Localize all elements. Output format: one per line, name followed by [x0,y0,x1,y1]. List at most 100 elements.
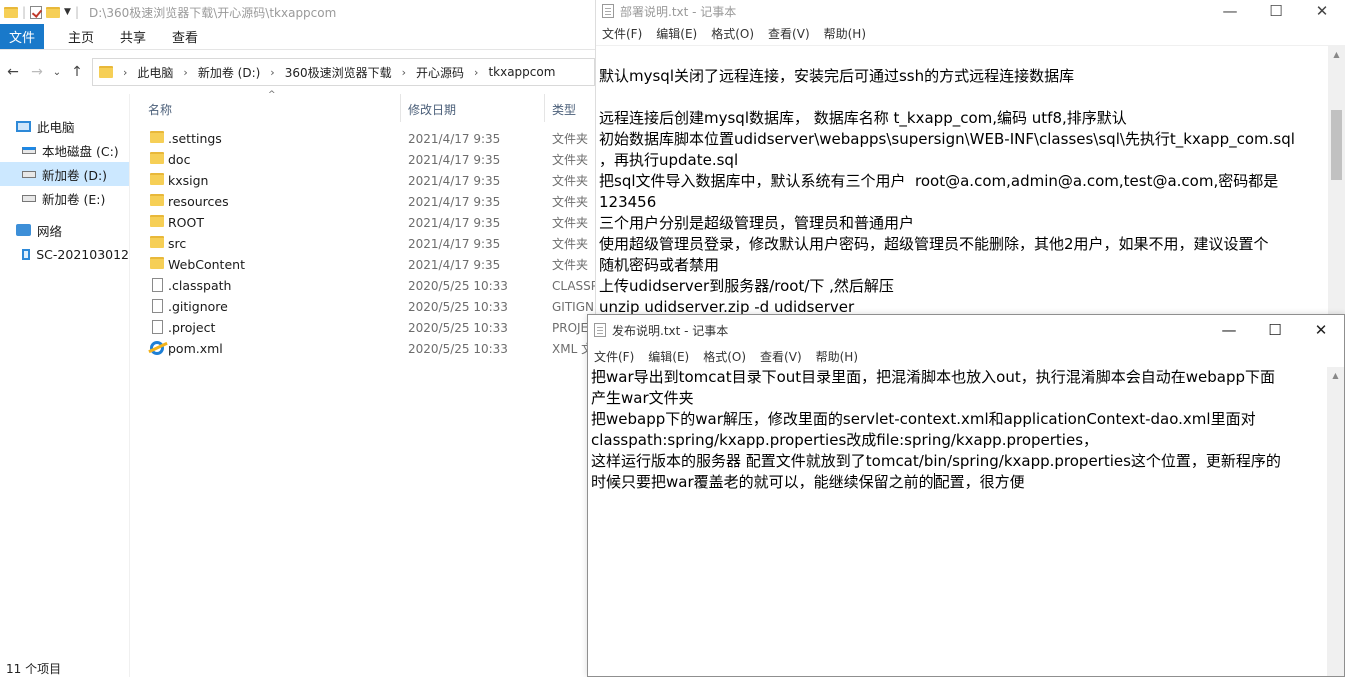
folder-icon [4,6,18,18]
file-name: .project [168,320,216,335]
properties-icon[interactable] [30,5,43,19]
nav-item-network[interactable]: 网络 [0,218,129,242]
breadcrumb-drive-d[interactable]: 新加卷 (D:) [198,64,260,81]
vertical-scrollbar[interactable]: ▲ [1327,367,1344,676]
ribbon-tabs: 文件 主页 共享 查看 [0,24,595,50]
file-date: 2020/5/25 10:33 [408,341,508,356]
notepad-window-release: 发布说明.txt - 记事本 — ☐ ✕ 文件(F) 编辑(E) 格式(O) 查… [587,314,1345,677]
file-row[interactable]: kxsign 2021/4/17 9:35 文件夹 [130,170,595,191]
tab-file[interactable]: 文件 [0,24,45,49]
menu-view[interactable]: 查看(V) [768,25,810,42]
menu-file[interactable]: 文件(F) [602,25,642,42]
file-type: 文件夹 [552,258,589,272]
tab-share[interactable]: 共享 [108,24,158,49]
nav-item-network-computer[interactable]: SC-202103012 [0,242,129,266]
maximize-button[interactable]: ☐ [1252,315,1298,345]
column-divider[interactable] [544,94,545,122]
text-line: 远程连接后创建mysql数据库， 数据库名称 t_kxapp_com,编码 ut… [599,109,1127,127]
notepad-menubar: 文件(F) 编辑(E) 格式(O) 查看(V) 帮助(H) [588,345,1344,367]
minimize-button[interactable]: — [1207,0,1253,22]
breadcrumb-this-pc[interactable]: 此电脑 [137,64,173,81]
close-button[interactable]: ✕ [1299,0,1345,22]
column-header-name[interactable]: 名称 [148,101,172,118]
menu-help[interactable]: 帮助(H) [824,25,866,42]
folder-icon [150,236,164,248]
file-type: 文件夹 [552,195,589,209]
window-controls: — ☐ ✕ [1206,315,1344,345]
menu-edit[interactable]: 编辑(E) [648,348,689,365]
breadcrumb-source[interactable]: 开心源码 [416,64,464,81]
file-type: 文件夹 [552,153,589,167]
menu-format[interactable]: 格式(O) [711,25,754,42]
column-divider[interactable] [400,94,401,122]
column-header-date[interactable]: 修改日期 [408,101,456,118]
file-type: 文件夹 [552,132,589,146]
back-arrow-icon[interactable]: ← [4,64,22,80]
breadcrumb-current[interactable]: tkxappcom [488,65,555,79]
menu-format[interactable]: 格式(O) [703,348,746,365]
folder-icon [150,131,164,143]
file-date: 2021/4/17 9:35 [408,257,501,272]
forward-arrow-icon[interactable]: → [28,64,46,80]
file-icon [152,320,163,334]
minimize-button[interactable]: — [1206,315,1252,345]
file-row[interactable]: ROOT 2021/4/17 9:35 文件夹 [130,212,595,233]
scrollbar-thumb[interactable] [1331,110,1342,180]
scroll-up-icon[interactable]: ▲ [1328,46,1345,63]
file-row[interactable]: .settings 2021/4/17 9:35 文件夹 [130,128,595,149]
nav-item-drive-d[interactable]: 新加卷 (D:) [0,162,129,186]
nav-item-drive-e[interactable]: 新加卷 (E:) [0,186,129,210]
nav-item-label: 本地磁盘 (C:) [42,143,119,159]
file-row[interactable]: doc 2021/4/17 9:35 文件夹 [130,149,595,170]
file-date: 2021/4/17 9:35 [408,194,501,209]
file-row[interactable]: .gitignore 2020/5/25 10:33 GITIGN [130,296,595,317]
file-row[interactable]: src 2021/4/17 9:35 文件夹 [130,233,595,254]
menu-help[interactable]: 帮助(H) [816,348,858,365]
notepad-menubar: 文件(F) 编辑(E) 格式(O) 查看(V) 帮助(H) [596,22,1345,46]
file-row[interactable]: pom.xml 2020/5/25 10:33 XML 文 [130,338,595,359]
breadcrumb-downloads[interactable]: 360极速浏览器下载 [285,64,392,81]
file-row[interactable]: .project 2020/5/25 10:33 PROJE [130,317,595,338]
text-line: 使用超级管理员登录，修改默认用户密码，超级管理员不能删除，其他2用户，如果不用，… [599,235,1269,253]
file-row[interactable]: .classpath 2020/5/25 10:33 CLASSP [130,275,595,296]
tab-view[interactable]: 查看 [160,24,210,49]
menu-edit[interactable]: 编辑(E) [656,25,697,42]
file-date: 2021/4/17 9:35 [408,152,501,167]
scroll-up-icon[interactable]: ▲ [1327,367,1344,384]
ie-icon [150,341,164,355]
nav-item-label: SC-202103012 [36,246,129,262]
chevron-right-icon: › [123,65,128,79]
chevron-right-icon: › [270,65,275,79]
menu-view[interactable]: 查看(V) [760,348,802,365]
file-name: .classpath [168,278,232,293]
chevron-right-icon: › [401,65,407,79]
file-name: ROOT [168,215,204,230]
folder-icon [150,173,164,185]
notepad-text-area[interactable]: 把war导出到tomcat目录下out目录里面，把混淆脚本也放入out，执行混淆… [591,367,1327,676]
nav-item-this-pc[interactable]: 此电脑 [0,114,129,138]
maximize-button[interactable]: ☐ [1253,0,1299,22]
chevron-down-icon[interactable]: ▼ [64,7,71,17]
tab-home[interactable]: 主页 [56,24,106,49]
nav-item-drive-c[interactable]: 本地磁盘 (C:) [0,138,129,162]
text-line: 默认mysql关闭了远程连接，安装完后可通过ssh的方式远程连接数据库 [599,67,1075,85]
address-bar[interactable]: › 此电脑 › 新加卷 (D:) › 360极速浏览器下载 › 开心源码 › t… [92,58,595,86]
window-controls: — ☐ ✕ [1207,0,1345,22]
recent-locations-chevron-icon[interactable]: ⌄ [52,67,62,78]
close-button[interactable]: ✕ [1298,315,1344,345]
navigation-pane: 此电脑 本地磁盘 (C:) 新加卷 (D:) 新加卷 (E:) 网络 SC-20… [0,94,130,677]
file-row[interactable]: WebContent 2021/4/17 9:35 文件夹 [130,254,595,275]
folder-icon [150,194,164,206]
monitor-icon [22,248,31,260]
text-line: 把war导出到tomcat目录下out目录里面，把混淆脚本也放入out，执行混淆… [591,368,1276,386]
file-date: 2021/4/17 9:35 [408,131,501,146]
text-line: 把webapp下的war解压，修改里面的servlet-context.xml和… [591,410,1256,428]
file-type: 文件夹 [552,174,589,188]
column-header-type[interactable]: 类型 [552,101,576,118]
new-folder-icon[interactable] [46,6,61,18]
up-arrow-icon[interactable]: ↑ [68,64,86,80]
menu-file[interactable]: 文件(F) [594,348,634,365]
system-drive-icon [22,146,36,154]
file-row[interactable]: resources 2021/4/17 9:35 文件夹 [130,191,595,212]
file-date: 2021/4/17 9:35 [408,236,501,251]
